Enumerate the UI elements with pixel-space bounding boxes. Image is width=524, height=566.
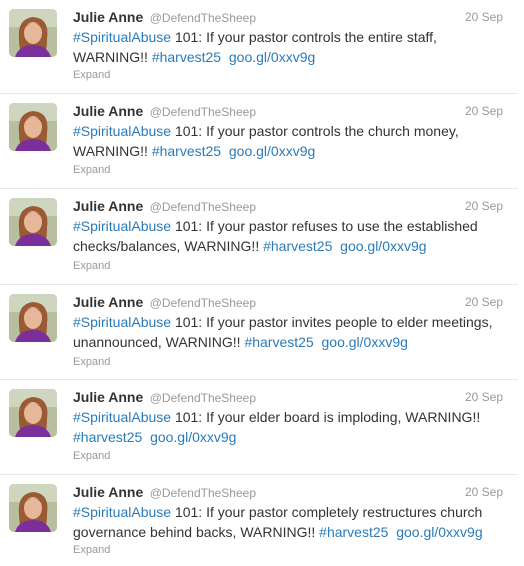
tweet-text: #SpiritualAbuse 101: If your elder board… — [73, 407, 503, 447]
tweet-item[interactable]: Julie Anne @DefendTheSheep 20 Sep #Spiri… — [0, 189, 524, 285]
author-handle[interactable]: @DefendTheSheep — [150, 391, 256, 405]
hashtag-link[interactable]: #harvest25 — [244, 334, 313, 350]
tweet-date[interactable]: 20 Sep — [465, 390, 503, 404]
tweet-date[interactable]: 20 Sep — [465, 295, 503, 309]
hashtag-link[interactable]: #harvest25 — [152, 143, 221, 159]
author-handle[interactable]: @DefendTheSheep — [150, 296, 256, 310]
author-handle[interactable]: @DefendTheSheep — [150, 11, 256, 25]
url-link[interactable]: goo.gl/0xxv9g — [396, 524, 482, 540]
expand-link[interactable]: Expand — [73, 450, 110, 462]
expand-link[interactable]: Expand — [73, 260, 110, 272]
avatar-photo-icon — [9, 389, 57, 437]
hashtag-link[interactable]: #SpiritualAbuse — [73, 314, 171, 330]
hashtag-link[interactable]: #harvest25 — [73, 429, 142, 445]
author-name[interactable]: Julie Anne — [73, 9, 143, 25]
author-handle[interactable]: @DefendTheSheep — [150, 486, 256, 500]
author-name[interactable]: Julie Anne — [73, 484, 143, 500]
tweet-timeline: Julie Anne @DefendTheSheep 20 Sep #Spiri… — [0, 0, 524, 566]
expand-link[interactable]: Expand — [73, 544, 110, 556]
hashtag-link[interactable]: #SpiritualAbuse — [73, 29, 171, 45]
tweet-body: 101: If your elder board is imploding, W… — [171, 409, 481, 425]
tweet-date[interactable]: 20 Sep — [465, 10, 503, 24]
tweet-date[interactable]: 20 Sep — [465, 104, 503, 118]
author-name[interactable]: Julie Anne — [73, 294, 143, 310]
avatar[interactable] — [9, 294, 57, 342]
tweet-item[interactable]: Julie Anne @DefendTheSheep 20 Sep #Spiri… — [0, 0, 524, 94]
author-handle[interactable]: @DefendTheSheep — [150, 105, 256, 119]
avatar-photo-icon — [9, 198, 57, 246]
avatar-photo-icon — [9, 294, 57, 342]
hashtag-link[interactable]: #SpiritualAbuse — [73, 409, 171, 425]
tweet-text: #SpiritualAbuse 101: If your pastor cont… — [73, 27, 503, 67]
tweet-text: #SpiritualAbuse 101: If your pastor comp… — [73, 502, 503, 542]
avatar[interactable] — [9, 389, 57, 437]
url-link[interactable]: goo.gl/0xxv9g — [229, 143, 315, 159]
tweet-date[interactable]: 20 Sep — [465, 199, 503, 213]
hashtag-link[interactable]: #SpiritualAbuse — [73, 218, 171, 234]
avatar-photo-icon — [9, 484, 57, 532]
expand-link[interactable]: Expand — [73, 356, 110, 368]
tweet-item[interactable]: Julie Anne @DefendTheSheep 20 Sep #Spiri… — [0, 475, 524, 566]
tweet-item[interactable]: Julie Anne @DefendTheSheep 20 Sep #Spiri… — [0, 285, 524, 380]
author-name[interactable]: Julie Anne — [73, 389, 143, 405]
author-handle[interactable]: @DefendTheSheep — [150, 200, 256, 214]
avatar-photo-icon — [9, 9, 57, 57]
author-name[interactable]: Julie Anne — [73, 103, 143, 119]
avatar[interactable] — [9, 103, 57, 151]
avatar[interactable] — [9, 198, 57, 246]
author-name[interactable]: Julie Anne — [73, 198, 143, 214]
avatar[interactable] — [9, 484, 57, 532]
expand-link[interactable]: Expand — [73, 164, 110, 176]
tweet-text: #SpiritualAbuse 101: If your pastor refu… — [73, 216, 503, 256]
tweet-item[interactable]: Julie Anne @DefendTheSheep 20 Sep #Spiri… — [0, 94, 524, 189]
hashtag-link[interactable]: #harvest25 — [319, 524, 388, 540]
hashtag-link[interactable]: #harvest25 — [152, 49, 221, 65]
tweet-date[interactable]: 20 Sep — [465, 485, 503, 499]
tweet-text: #SpiritualAbuse 101: If your pastor invi… — [73, 312, 503, 352]
expand-link[interactable]: Expand — [73, 69, 110, 81]
tweet-text: #SpiritualAbuse 101: If your pastor cont… — [73, 121, 503, 161]
avatar[interactable] — [9, 9, 57, 57]
url-link[interactable]: goo.gl/0xxv9g — [150, 429, 236, 445]
avatar-photo-icon — [9, 103, 57, 151]
hashtag-link[interactable]: #SpiritualAbuse — [73, 504, 171, 520]
url-link[interactable]: goo.gl/0xxv9g — [229, 49, 315, 65]
scrollbar[interactable] — [518, 0, 524, 565]
hashtag-link[interactable]: #harvest25 — [263, 238, 332, 254]
url-link[interactable]: goo.gl/0xxv9g — [340, 238, 426, 254]
tweet-item[interactable]: Julie Anne @DefendTheSheep 20 Sep #Spiri… — [0, 380, 524, 475]
hashtag-link[interactable]: #SpiritualAbuse — [73, 123, 171, 139]
url-link[interactable]: goo.gl/0xxv9g — [322, 334, 408, 350]
